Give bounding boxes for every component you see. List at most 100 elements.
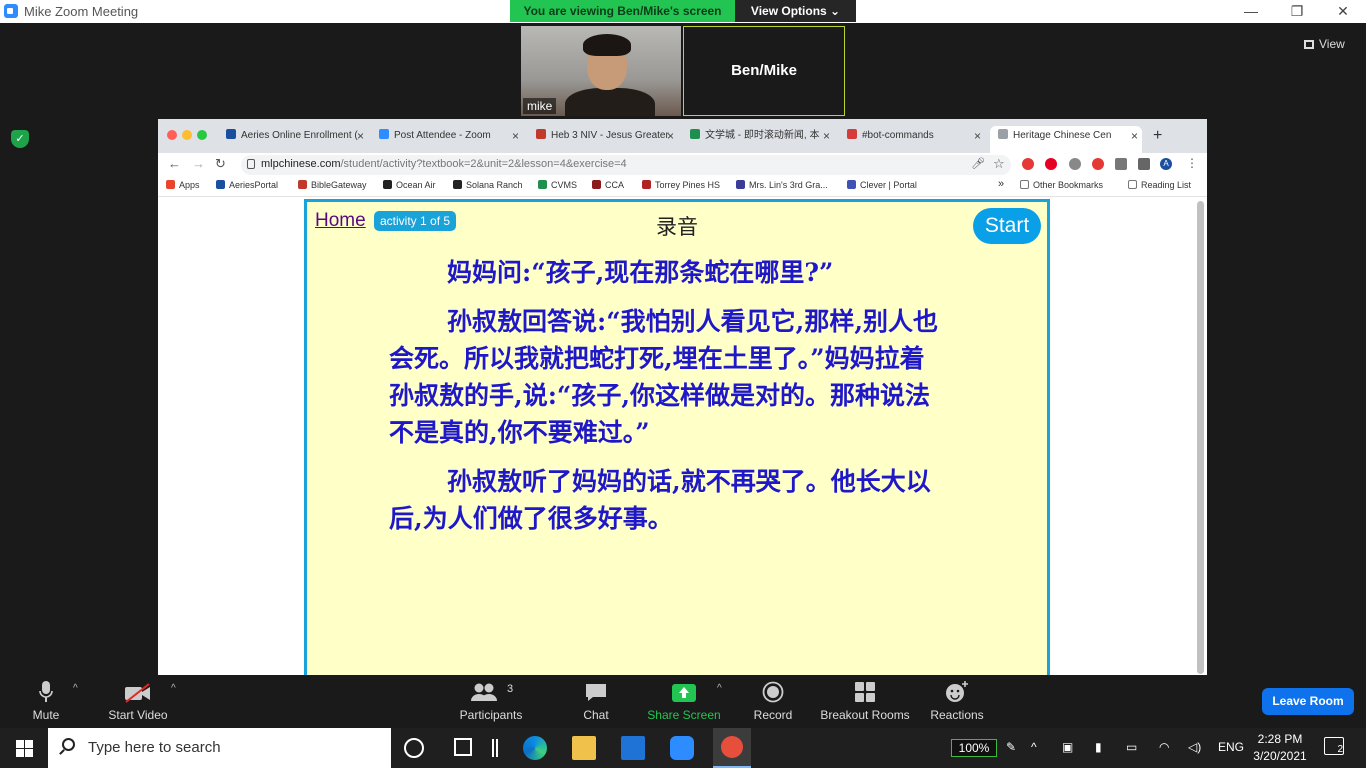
tab-close-icon[interactable]: × — [974, 126, 981, 146]
bookmark-item[interactable]: Solana Ranch — [453, 180, 523, 190]
browser-tab-bar: Aeries Online Enrollment (× Post Attendee… — [158, 119, 1207, 153]
edge-browser-icon[interactable] — [523, 736, 547, 760]
tab-close-icon[interactable]: × — [357, 126, 364, 146]
active-app-icon[interactable] — [713, 728, 751, 768]
bookmark-item[interactable]: Apps — [166, 180, 200, 190]
restore-button[interactable]: ❐ — [1274, 0, 1320, 23]
video-tile-shared[interactable]: Ben/Mike — [683, 26, 845, 116]
share-options-caret-icon[interactable]: ^ — [717, 683, 722, 694]
browser-tab[interactable]: Heritage Chinese Cen × — [990, 126, 1142, 153]
page-scrollbar[interactable] — [1197, 201, 1204, 674]
bookmark-label: CCA — [605, 180, 625, 190]
participants-label: Participants — [459, 708, 523, 722]
record-button[interactable]: Record — [750, 675, 796, 728]
wifi-icon[interactable]: ◠ — [1159, 740, 1169, 754]
battery-percent[interactable]: 100% — [951, 739, 997, 757]
extension-red-icon[interactable] — [1022, 158, 1034, 170]
language-indicator[interactable]: ENG — [1218, 740, 1244, 754]
bookmark-item[interactable]: CCA — [592, 180, 624, 190]
other-bookmarks-label: Other Bookmarks — [1033, 180, 1104, 190]
system-clock[interactable]: 2:28 PM 3/20/2021 — [1252, 731, 1308, 765]
notifications-icon[interactable]: 2 — [1324, 737, 1344, 755]
share-screen-button[interactable]: Share Screen — [646, 675, 722, 728]
audio-options-caret-icon[interactable]: ^ — [73, 683, 78, 694]
bookmark-item[interactable]: CVMS — [538, 180, 577, 190]
start-button[interactable]: Start — [973, 208, 1041, 244]
microphone-tray-icon[interactable]: ▮ — [1095, 740, 1102, 754]
extension-grey-icon[interactable] — [1069, 158, 1081, 170]
mute-button[interactable]: Mute — [22, 675, 70, 728]
close-button[interactable]: ✕ — [1320, 0, 1366, 23]
profile-avatar[interactable]: A — [1160, 158, 1172, 170]
bookmark-label: CVMS — [551, 180, 578, 190]
mic-icon[interactable]: 🎤︎ — [971, 157, 985, 170]
tab-close-icon[interactable]: × — [1131, 126, 1138, 146]
video-tile-self[interactable]: mike — [521, 26, 681, 116]
bookmark-label: BibleGateway — [311, 180, 367, 190]
participants-button[interactable]: 3 Participants — [452, 675, 530, 728]
tab-close-icon[interactable]: × — [823, 126, 830, 146]
reload-icon[interactable]: ↻ — [215, 156, 226, 172]
new-tab-icon[interactable]: + — [1153, 127, 1162, 145]
reactions-button[interactable]: Reactions — [928, 675, 986, 728]
close-dot-icon[interactable] — [167, 130, 177, 140]
minimize-dot-icon[interactable] — [182, 130, 192, 140]
show-hidden-icons-caret[interactable]: ^ — [1031, 740, 1037, 754]
start-video-button[interactable]: Start Video — [100, 675, 176, 728]
bookmark-item[interactable]: Clever | Portal — [847, 180, 917, 190]
video-options-caret-icon[interactable]: ^ — [171, 683, 176, 694]
extension-badge-icon[interactable] — [1092, 158, 1104, 170]
pinterest-icon[interactable] — [1045, 158, 1057, 170]
browser-tab[interactable]: Heb 3 NIV - Jesus Greater × — [528, 126, 678, 153]
browser-tab[interactable]: Aeries Online Enrollment (× — [218, 126, 368, 153]
meet-now-icon[interactable]: ▣ — [1062, 740, 1073, 754]
tab-close-icon[interactable]: × — [667, 126, 674, 146]
address-bar[interactable]: mlpchinese.com/student/activity?textbook… — [241, 155, 1011, 175]
view-layout-button[interactable]: View — [1304, 34, 1358, 54]
bookmark-label: Mrs. Lin's 3rd Gra... — [749, 180, 828, 190]
file-explorer-icon[interactable] — [572, 736, 596, 760]
browser-tab[interactable]: Post Attendee - Zoom × — [371, 126, 523, 153]
view-options-button[interactable]: View Options ⌄ — [735, 0, 856, 22]
bookmarks-overflow-icon[interactable]: » — [998, 178, 1004, 190]
taskbar-search[interactable]: Type here to search — [48, 728, 391, 768]
forward-icon[interactable]: → — [192, 156, 205, 171]
bookmark-item[interactable]: Mrs. Lin's 3rd Gra... — [736, 180, 828, 190]
windows-taskbar: Type here to search 100% ✎ ^ ▣ ▮ ▭ ◠ ◁) … — [0, 728, 1366, 768]
bookmark-item[interactable]: AeriesPortal — [216, 180, 278, 190]
task-view-icon[interactable] — [454, 738, 472, 756]
back-icon[interactable]: ← — [168, 156, 181, 171]
puzzle-icon[interactable] — [1138, 158, 1150, 170]
leave-room-button[interactable]: Leave Room — [1262, 688, 1354, 715]
view-label: View — [1319, 37, 1345, 51]
bookmark-favicon-icon — [166, 180, 175, 189]
tab-title: Heb 3 NIV - Jesus Greater — [551, 130, 669, 141]
battery-icon[interactable]: ▭ — [1126, 740, 1137, 754]
tab-close-icon[interactable]: × — [512, 126, 519, 146]
bookmark-label: Ocean Air — [396, 180, 436, 190]
reading-list[interactable]: Reading List — [1128, 180, 1191, 190]
zoom-taskbar-icon[interactable] — [670, 736, 694, 760]
breakout-rooms-button[interactable]: Breakout Rooms — [820, 675, 910, 728]
app-divider-icon[interactable] — [492, 739, 498, 757]
volume-icon[interactable]: ◁) — [1188, 740, 1201, 754]
bookmark-item[interactable]: Ocean Air — [383, 180, 436, 190]
minimize-button[interactable]: — — [1228, 0, 1274, 23]
encryption-shield-icon[interactable]: ✓ — [11, 130, 29, 148]
other-bookmarks[interactable]: Other Bookmarks — [1020, 180, 1103, 190]
cortana-icon[interactable] — [404, 738, 424, 758]
bookmark-star-icon[interactable]: ☆ — [993, 156, 1005, 172]
browser-menu-icon[interactable]: ⋮ — [1186, 156, 1198, 170]
browser-tab[interactable]: #bot-commands × — [839, 126, 985, 153]
passage-paragraph: 妈妈问:“孩子,现在那条蛇在哪里?” — [447, 258, 834, 287]
extension-square-icon[interactable] — [1115, 158, 1127, 170]
screen: { "window": { "title": "Mike Zoom Meetin… — [0, 0, 1366, 768]
browser-tab[interactable]: 文学城 - 即时滚动新闻, 本 × — [682, 126, 834, 153]
windows-start-icon[interactable] — [16, 740, 33, 757]
zoom-dot-icon[interactable] — [197, 130, 207, 140]
bookmark-item[interactable]: BibleGateway — [298, 180, 367, 190]
pen-icon[interactable]: ✎ — [1006, 740, 1016, 754]
mail-icon[interactable] — [621, 736, 645, 760]
bookmark-item[interactable]: Torrey Pines HS — [642, 180, 720, 190]
chat-button[interactable]: Chat — [574, 675, 618, 728]
